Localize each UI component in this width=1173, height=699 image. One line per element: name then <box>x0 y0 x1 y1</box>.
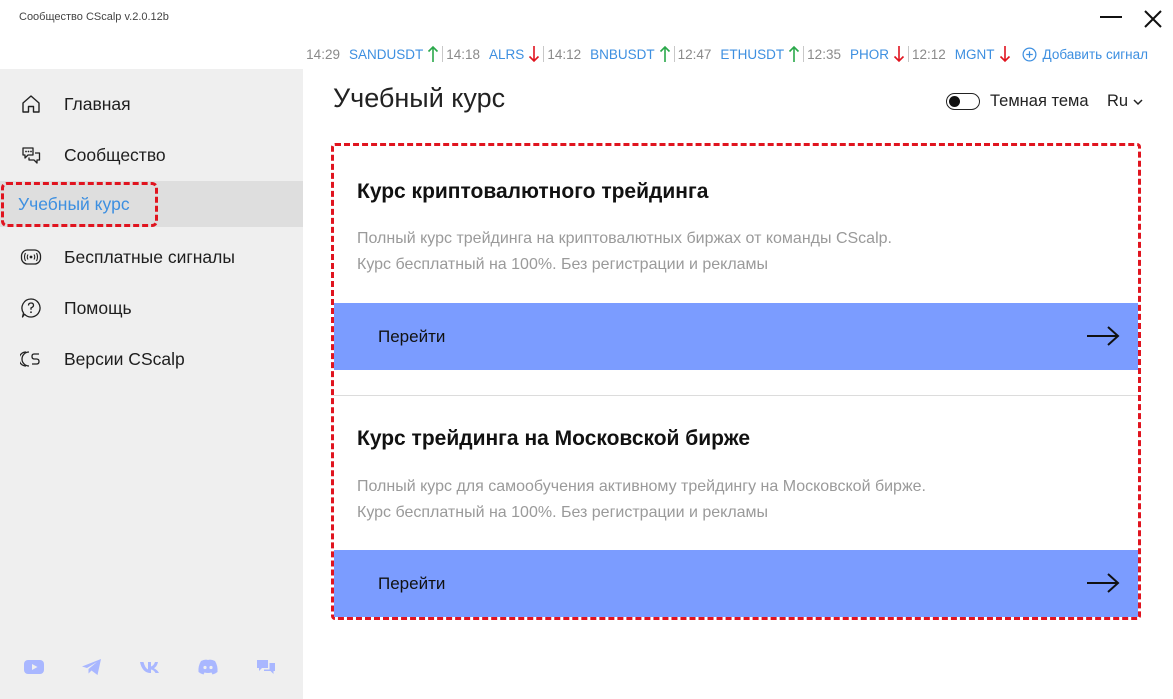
arrow-down-icon <box>893 46 905 63</box>
dark-theme-label: Темная тема <box>990 92 1089 110</box>
ticker-divider <box>673 46 675 62</box>
ticker-divider <box>907 46 909 62</box>
course-title: Курс криптовалютного трейдинга <box>357 180 709 203</box>
course-description-line: Полный курс для самообучения активному т… <box>357 478 926 495</box>
ticker-time: 14:18 <box>446 46 481 62</box>
go-to-course-button[interactable]: Перейти <box>334 303 1138 370</box>
ticker-symbol: SANDUSDT <box>348 46 424 62</box>
course-card: Курс трейдинга на Московской бирже Полны… <box>334 395 1138 617</box>
sidebar-item-help[interactable]: Помощь <box>0 285 303 331</box>
youtube-icon <box>24 660 44 674</box>
community-icon <box>22 147 41 164</box>
sidebar-item-label: Помощь <box>64 297 132 318</box>
course-title: Курс трейдинга на Московской бирже <box>357 427 751 450</box>
arrow-right-icon <box>1087 326 1120 346</box>
discord-link[interactable] <box>196 655 254 679</box>
course-card: Курс криптовалютного трейдинга Полный ку… <box>334 148 1138 372</box>
arrow-down-icon <box>999 46 1010 63</box>
page-title: Учебный курс <box>333 83 506 113</box>
youtube-link[interactable] <box>22 655 80 679</box>
language-value: Ru <box>1107 92 1129 110</box>
discord-icon <box>198 659 218 675</box>
ticker-time: 14:29 <box>306 46 340 62</box>
ticker-time: 14:12 <box>547 46 582 62</box>
ticker-item[interactable]: 12:47 ETHUSDT <box>678 45 804 63</box>
vk-link[interactable] <box>138 655 196 679</box>
plus-circle-icon <box>1022 47 1037 61</box>
help-icon <box>21 298 41 318</box>
sidebar-item-community[interactable]: Сообщество <box>0 132 303 178</box>
arrow-up-icon <box>659 45 670 62</box>
sidebar: Главная Сообщество Учебный курс Бесплатн… <box>0 69 303 699</box>
sidebar-item-label: Версии CScalp <box>64 348 185 369</box>
sidebar-item-home[interactable]: Главная <box>0 81 303 127</box>
ticker-item[interactable]: 14:29 SANDUSDT <box>306 45 442 63</box>
go-to-course-button[interactable]: Перейти <box>334 550 1138 617</box>
home-icon <box>22 95 40 113</box>
vk-icon <box>140 662 159 673</box>
ticker-symbol: BNBUSDT <box>590 46 655 62</box>
sidebar-item-label: Сообщество <box>64 144 166 165</box>
highlight-outline <box>1 182 158 227</box>
arrow-right-icon <box>1087 573 1120 593</box>
ticker-divider <box>803 46 805 62</box>
ticker-item[interactable]: 12:35 PHOR <box>807 45 908 63</box>
ticker-time: 12:47 <box>677 46 712 62</box>
chat-link[interactable] <box>254 655 312 679</box>
go-to-course-label: Перейти <box>378 573 446 593</box>
ticker-time: 12:12 <box>911 46 946 62</box>
chevron-down-icon <box>1133 98 1143 105</box>
minimize-icon[interactable] <box>1100 16 1122 18</box>
sidebar-item-signals[interactable]: Бесплатные сигналы <box>0 234 303 280</box>
telegram-link[interactable] <box>80 655 138 679</box>
ticker-divider <box>543 46 545 62</box>
course-description: Полный курс для самообучения активному т… <box>357 474 926 526</box>
ticker-symbol: ETHUSDT <box>720 46 785 62</box>
add-signal-button[interactable]: Добавить сигнал <box>1022 47 1148 62</box>
go-to-course-label: Перейти <box>378 326 446 346</box>
ticker-item[interactable]: 14:12 BNBUSDT <box>547 45 673 63</box>
ticker-symbol: MGNT <box>954 46 995 62</box>
course-description-line: Курс бесплатный на 100%. Без регистрации… <box>357 256 769 273</box>
course-description: Полный курс трейдинга на криптовалютных … <box>357 226 892 278</box>
ticker-symbol: ALRS <box>489 46 525 62</box>
ticker-time: 12:35 <box>807 46 841 62</box>
dark-theme-toggle[interactable] <box>946 93 980 110</box>
course-description-line: Полный курс трейдинга на криптовалютных … <box>357 230 892 247</box>
language-select[interactable]: Ru <box>1107 92 1143 111</box>
ticker-item[interactable]: 14:18 ALRS <box>446 45 543 63</box>
chat-icon <box>257 660 275 674</box>
social-links <box>22 655 312 679</box>
app-title: Сообщество CScalp v.2.0.12b <box>19 11 169 23</box>
ticker-divider <box>442 46 444 62</box>
ticker-symbol: PHOR <box>849 46 889 62</box>
sidebar-item-label: Бесплатные сигналы <box>64 246 235 267</box>
ticker-item[interactable]: 12:12 MGNT <box>912 45 1014 63</box>
sidebar-item-label: Главная <box>64 93 131 114</box>
course-description-line: Курс бесплатный на 100%. Без регистрации… <box>357 504 769 521</box>
signals-icon <box>20 249 42 265</box>
sidebar-item-versions[interactable]: Версии CScalp <box>0 336 303 382</box>
toggle-knob <box>949 95 960 107</box>
arrow-up-icon <box>428 45 439 62</box>
arrow-up-icon <box>789 45 800 62</box>
add-signal-label: Добавить сигнал <box>1042 46 1148 62</box>
arrow-down-icon <box>529 46 540 63</box>
close-icon[interactable] <box>1140 6 1166 32</box>
signals-ticker: 14:29 SANDUSDT 14:18 ALRS 14:12 BNBUSDT … <box>306 44 1148 64</box>
telegram-icon <box>82 659 101 675</box>
versions-icon <box>20 351 40 367</box>
